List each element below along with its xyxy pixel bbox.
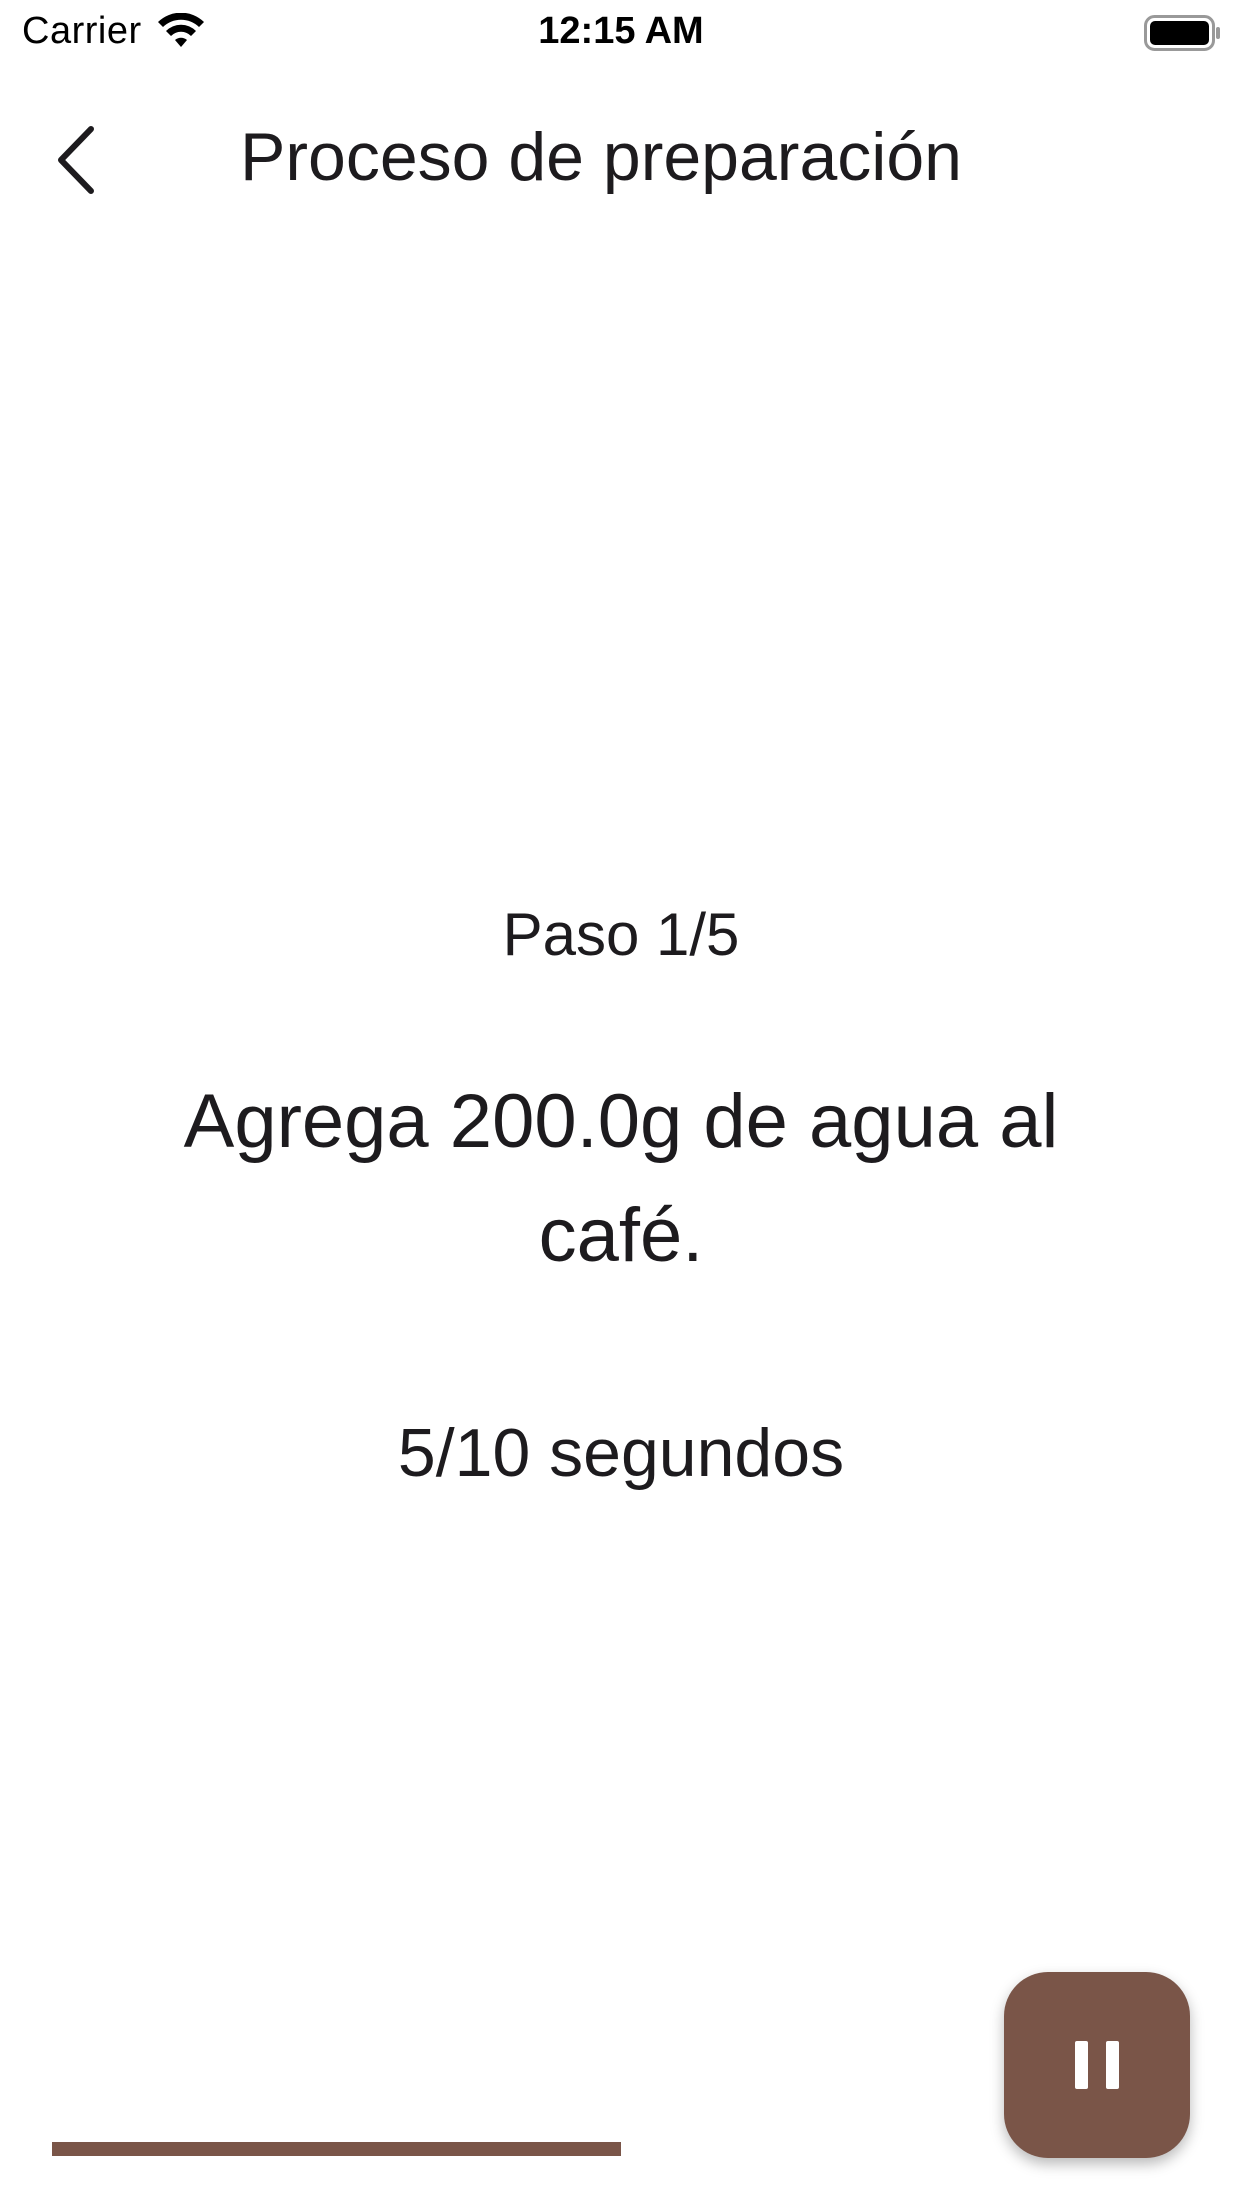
pause-icon-bar-right [1106,2041,1119,2089]
status-time: 12:15 AM [538,10,704,52]
app-bar: Proceso de preparación [0,100,1242,220]
progress-fill [52,2142,621,2156]
status-bar: Carrier 12:15 AM [0,0,1242,66]
chevron-left-icon [58,126,94,194]
pause-icon-bar-left [1075,2041,1088,2089]
back-button[interactable] [30,120,120,200]
page-title: Proceso de preparación [240,119,963,195]
pause-icon [1075,2041,1119,2089]
step-instruction: Agrega 200.0g de agua al café. [183,1079,1059,1278]
pause-button[interactable] [1004,1972,1190,2158]
step-counter: Paso 1/5 [502,901,740,968]
timer-readout: 5/10 segundos [397,1415,845,1491]
battery-icon [1144,15,1220,51]
